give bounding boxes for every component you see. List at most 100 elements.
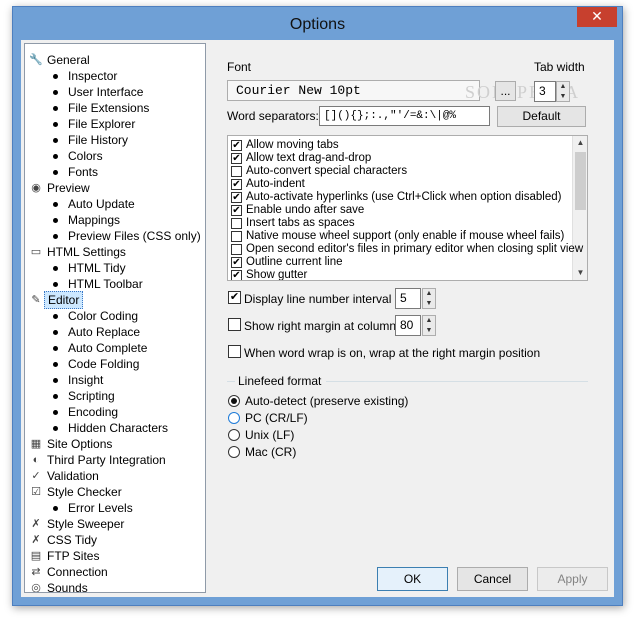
option-checkbox[interactable] [231, 244, 242, 255]
tree-item-label: Auto Replace [68, 325, 141, 339]
radio-unix-lf[interactable] [228, 429, 240, 441]
tree-item-html-tidy[interactable]: HTML Tidy [25, 260, 205, 276]
pencil-icon: ✎ [31, 294, 41, 306]
bullet-icon [53, 378, 58, 383]
tree-item-general[interactable]: 🔧 General [25, 52, 205, 68]
tree-item-file-history[interactable]: File History [25, 132, 205, 148]
option-checkbox[interactable] [231, 231, 242, 242]
tree-item-label: General [47, 53, 90, 67]
wrap-margin-checkbox[interactable] [228, 345, 241, 358]
tab-width-spinner[interactable]: ▲ ▼ [556, 81, 570, 102]
tree-item-label: Site Options [47, 437, 113, 451]
apply-button[interactable]: Apply [537, 567, 608, 591]
bullet-icon [53, 138, 58, 143]
bullet-icon [53, 170, 58, 175]
tree-item-label: Auto Update [68, 197, 135, 211]
spin-up-icon[interactable]: ▲ [557, 82, 569, 92]
tree-item-label: Colors [68, 149, 103, 163]
option-checkbox[interactable] [231, 166, 242, 177]
tree-item-html-settings[interactable]: ▭ HTML Settings [25, 244, 205, 260]
tree-item-label: Validation [47, 469, 99, 483]
tree-item-third-party-integration[interactable]: ◐ Third Party Integration [25, 452, 205, 468]
tree-item-encoding[interactable]: Encoding [25, 404, 205, 420]
font-browse-button[interactable]: ... [495, 81, 516, 101]
option-checkbox[interactable]: ✔ [231, 205, 242, 216]
option-checkbox[interactable]: ✔ [231, 192, 242, 203]
tree-item-label: Third Party Integration [47, 453, 166, 467]
scroll-up-icon[interactable]: ▲ [573, 136, 587, 150]
cancel-button[interactable]: Cancel [457, 567, 528, 591]
tree-item-preview[interactable]: ◉ Preview [25, 180, 205, 196]
option-checkbox[interactable]: ✔ [231, 270, 242, 280]
tree-item-css-tidy[interactable]: ✗ CSS Tidy [25, 532, 205, 548]
tree-item-site-options[interactable]: ▦ Site Options [25, 436, 205, 452]
tree-item-preview-files-css-only[interactable]: Preview Files (CSS only) [25, 228, 205, 244]
line-interval-spinner[interactable]: ▲ ▼ [422, 288, 436, 309]
tree-item-insight[interactable]: Insight [25, 372, 205, 388]
tree-item-error-levels[interactable]: Error Levels [25, 500, 205, 516]
option-checkbox[interactable]: ✔ [231, 179, 242, 190]
tree-item-hidden-characters[interactable]: Hidden Characters [25, 420, 205, 436]
option-checkbox[interactable]: ✔ [231, 140, 242, 151]
radio-label: PC (CR/LF) [245, 411, 308, 425]
ok-button[interactable]: OK [377, 567, 448, 591]
tree-item-validation[interactable]: ✓ Validation [25, 468, 205, 484]
font-display: Courier New 10pt [227, 80, 480, 101]
tree-item-color-coding[interactable]: Color Coding [25, 308, 205, 324]
right-margin-spinner[interactable]: ▲ ▼ [422, 315, 436, 336]
radio-mac-cr[interactable] [228, 446, 240, 458]
right-margin-input[interactable]: 80 [395, 315, 421, 336]
options-scrollbar[interactable]: ▲ ▼ [572, 136, 587, 280]
line-interval-checkbox[interactable]: ✔ [228, 291, 241, 304]
option-checkbox[interactable]: ✔ [231, 153, 242, 164]
tree-item-style-sweeper[interactable]: ✗ Style Sweeper [25, 516, 205, 532]
tree-item-scripting[interactable]: Scripting [25, 388, 205, 404]
tree-item-editor[interactable]: ✎ Editor [25, 291, 205, 309]
bullet-icon [53, 314, 58, 319]
option-checkbox[interactable]: ✔ [231, 257, 242, 268]
font-label: Font [227, 60, 252, 74]
line-interval-input[interactable]: 5 [395, 288, 421, 309]
title-bar: Options ✕ [13, 7, 622, 40]
spin-down-icon[interactable]: ▼ [423, 326, 435, 336]
scroll-down-icon[interactable]: ▼ [573, 266, 587, 280]
tree-item-ftp-sites[interactable]: ▤ FTP Sites [25, 548, 205, 564]
tree-item-sounds[interactable]: ◎ Sounds [25, 580, 205, 592]
tree-item-auto-update[interactable]: Auto Update [25, 196, 205, 212]
editor-options-list[interactable]: ▲ ▼ ✔ Allow moving tabs ✔ Allow text drag-a… [227, 135, 588, 281]
tree-item-auto-complete[interactable]: Auto Complete [25, 340, 205, 356]
tree-item-inspector[interactable]: Inspector [25, 68, 205, 84]
tab-width-input[interactable]: 3 [534, 81, 556, 102]
spin-down-icon[interactable]: ▼ [557, 92, 569, 102]
bullet-icon [53, 234, 58, 239]
radio-auto-detect-preserve-existing[interactable] [228, 395, 240, 407]
spin-up-icon[interactable]: ▲ [423, 289, 435, 299]
tree-item-code-folding[interactable]: Code Folding [25, 356, 205, 372]
tree-item-file-explorer[interactable]: File Explorer [25, 116, 205, 132]
close-button[interactable]: ✕ [577, 7, 617, 27]
default-button[interactable]: Default [497, 106, 586, 127]
bullet-icon [53, 426, 58, 431]
options-tree[interactable]: 🔧 General Inspector User Interface File Exte… [24, 43, 206, 593]
tree-item-connection[interactable]: ⇄ Connection [25, 564, 205, 580]
tree-item-auto-replace[interactable]: Auto Replace [25, 324, 205, 340]
tree-item-colors[interactable]: Colors [25, 148, 205, 164]
tree-item-user-interface[interactable]: User Interface [25, 84, 205, 100]
tree-item-fonts[interactable]: Fonts [25, 164, 205, 180]
tree-item-style-checker[interactable]: ☑ Style Checker [25, 484, 205, 500]
spin-down-icon[interactable]: ▼ [423, 299, 435, 309]
tree-item-file-extensions[interactable]: File Extensions [25, 100, 205, 116]
radio-label: Unix (LF) [245, 428, 295, 442]
option-label: Enable undo after save [246, 204, 365, 216]
spin-up-icon[interactable]: ▲ [423, 316, 435, 326]
word-separators-input[interactable]: [](){};:.,"'/=&:\|@% [319, 106, 490, 126]
connection-icon: ⇄ [31, 566, 41, 578]
option-checkbox[interactable] [231, 218, 242, 229]
radio-pc-cr-lf[interactable] [228, 412, 240, 424]
scroll-thumb[interactable] [575, 152, 586, 210]
right-margin-checkbox[interactable] [228, 318, 241, 331]
tree-item-label: Code Folding [68, 357, 140, 371]
tree-item-html-toolbar[interactable]: HTML Toolbar [25, 276, 205, 292]
tree-item-mappings[interactable]: Mappings [25, 212, 205, 228]
tree-item-label: HTML Tidy [68, 261, 126, 275]
